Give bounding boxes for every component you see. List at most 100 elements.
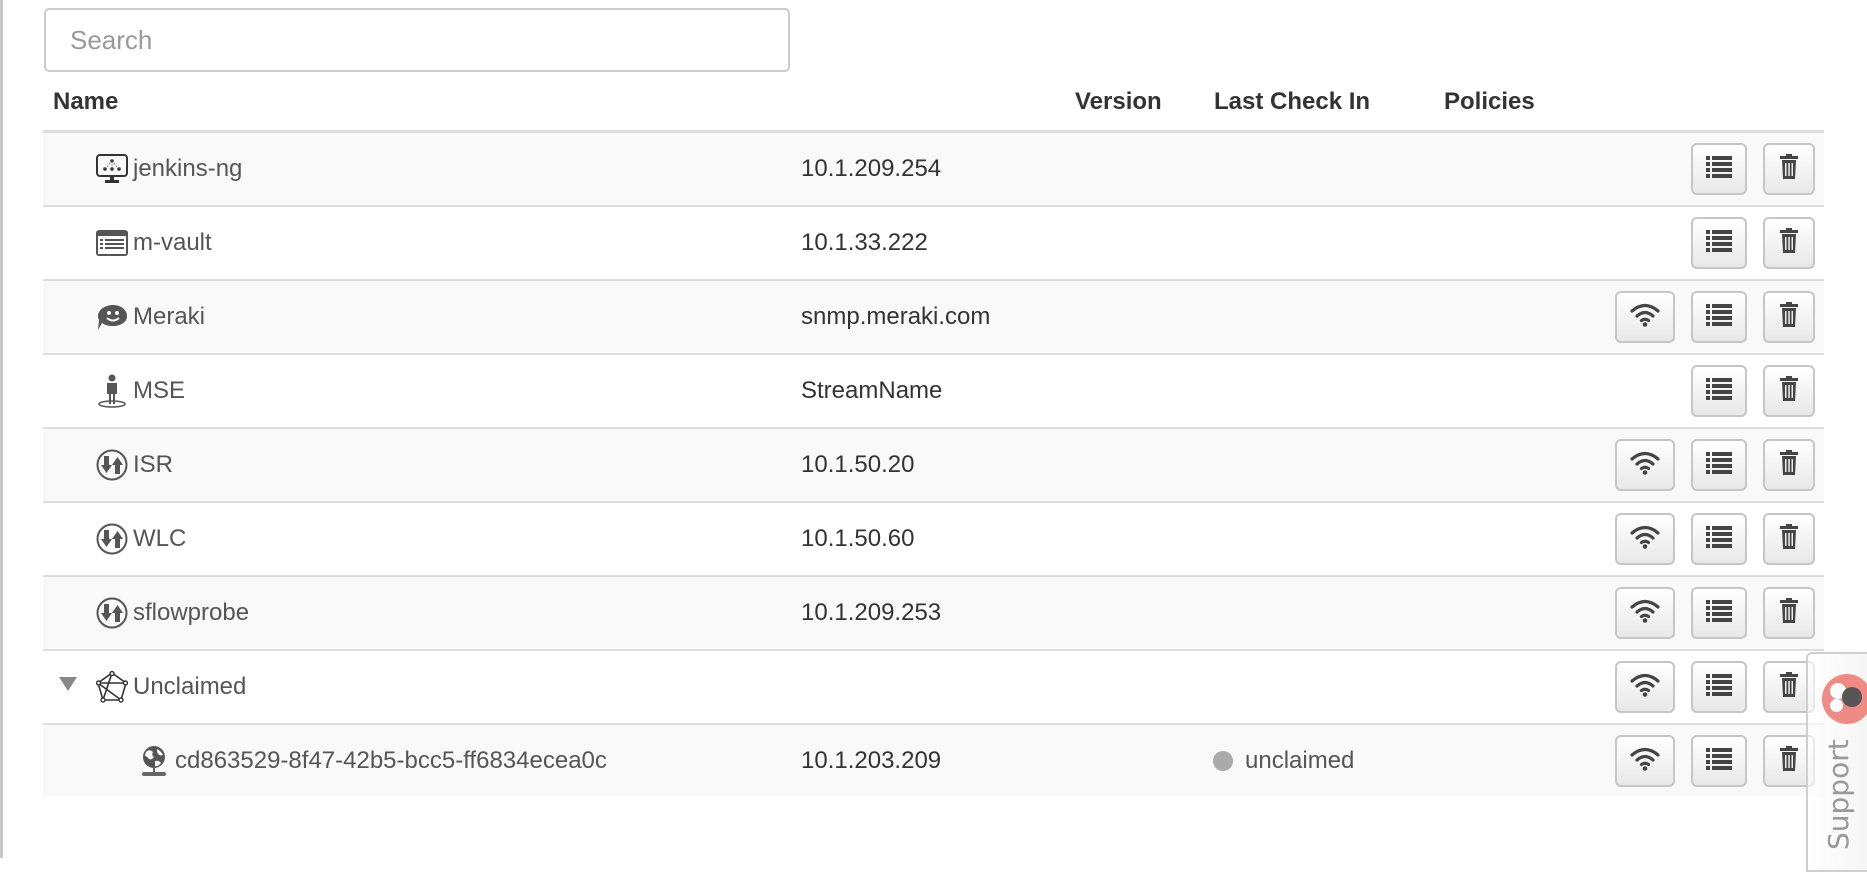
device-name-cell[interactable]: MSE xyxy=(95,355,185,427)
device-name[interactable]: Meraki xyxy=(133,303,205,331)
trash-icon xyxy=(1779,375,1799,407)
device-name[interactable]: m-vault xyxy=(133,229,212,257)
list-icon xyxy=(1706,525,1732,554)
table-row: sflowprobe 10.1.209.253 xyxy=(43,577,1824,651)
trash-icon xyxy=(1779,597,1799,629)
device-name-cell[interactable]: WLC xyxy=(95,503,186,575)
device-name[interactable]: ISR xyxy=(133,451,173,479)
trash-icon xyxy=(1779,227,1799,259)
device-name[interactable]: MSE xyxy=(133,377,185,405)
device-name-cell[interactable]: jenkins-ng xyxy=(95,133,242,205)
list-icon xyxy=(1706,451,1732,480)
table-row: m-vault 10.1.33.222 xyxy=(43,207,1824,281)
snmp-button[interactable] xyxy=(1615,587,1675,639)
device-name-cell[interactable]: cd863529-8f47-42b5-bcc5-ff6834ecea0c xyxy=(137,725,607,797)
support-label: Support xyxy=(1822,739,1855,850)
trash-icon xyxy=(1779,301,1799,333)
globe-stand-icon xyxy=(137,744,171,778)
device-name[interactable]: cd863529-8f47-42b5-bcc5-ff6834ecea0c xyxy=(175,747,607,775)
list-icon xyxy=(1706,303,1732,332)
server-list-icon xyxy=(95,226,129,260)
list-button[interactable] xyxy=(1691,439,1747,491)
wifi-icon xyxy=(1630,599,1660,628)
wifi-icon xyxy=(1630,673,1660,702)
trash-icon xyxy=(1779,449,1799,481)
snmp-button[interactable] xyxy=(1615,661,1675,713)
device-name-cell[interactable]: ISR xyxy=(95,429,173,501)
delete-button[interactable] xyxy=(1763,291,1815,343)
delete-button[interactable] xyxy=(1763,587,1815,639)
list-button[interactable] xyxy=(1691,513,1747,565)
trash-icon xyxy=(1779,671,1799,703)
wifi-icon xyxy=(1630,451,1660,480)
snmp-button[interactable] xyxy=(1615,735,1675,787)
support-chat-icon xyxy=(1822,674,1867,724)
device-name[interactable]: jenkins-ng xyxy=(133,155,242,183)
status-dot-icon xyxy=(1213,751,1233,771)
list-icon xyxy=(1706,229,1732,258)
router-arrows-icon xyxy=(95,596,129,630)
status-text: unclaimed xyxy=(1245,747,1355,774)
column-header-name[interactable]: Name xyxy=(53,88,118,116)
delete-button[interactable] xyxy=(1763,513,1815,565)
trash-icon xyxy=(1779,745,1799,777)
table-row: ISR 10.1.50.20 xyxy=(43,429,1824,503)
delete-button[interactable] xyxy=(1763,439,1815,491)
column-header-last-check-in[interactable]: Last Check In xyxy=(1214,88,1370,116)
table-header: Name Version Last Check In Policies xyxy=(43,80,1824,133)
wifi-icon xyxy=(1630,525,1660,554)
delete-button[interactable] xyxy=(1763,365,1815,417)
device-address: snmp.meraki.com xyxy=(801,303,991,330)
search-input[interactable] xyxy=(44,8,790,72)
list-button[interactable] xyxy=(1691,735,1747,787)
list-button[interactable] xyxy=(1691,587,1747,639)
device-address: 10.1.50.60 xyxy=(801,525,915,552)
speech-bubble-smile-icon xyxy=(95,300,129,334)
device-name-cell[interactable]: sflowprobe xyxy=(95,577,249,649)
delete-button[interactable] xyxy=(1763,143,1815,195)
column-header-policies[interactable]: Policies xyxy=(1444,88,1535,116)
list-button[interactable] xyxy=(1691,661,1747,713)
group-name-cell[interactable]: Unclaimed xyxy=(95,651,246,723)
table-row: MSE StreamName xyxy=(43,355,1824,429)
device-name[interactable]: WLC xyxy=(133,525,186,553)
table-row: WLC 10.1.50.60 xyxy=(43,503,1824,577)
table-row: Meraki snmp.meraki.com xyxy=(43,281,1824,355)
device-name-cell[interactable]: Meraki xyxy=(95,281,205,353)
snmp-button[interactable] xyxy=(1615,513,1675,565)
list-button[interactable] xyxy=(1691,217,1747,269)
table-row: cd863529-8f47-42b5-bcc5-ff6834ecea0c 10.… xyxy=(43,725,1824,797)
page-left-border xyxy=(0,0,3,858)
list-button[interactable] xyxy=(1691,365,1747,417)
device-address: StreamName xyxy=(801,377,943,404)
router-arrows-icon xyxy=(95,448,129,482)
device-address: 10.1.209.254 xyxy=(801,155,942,182)
snmp-button[interactable] xyxy=(1615,439,1675,491)
list-button[interactable] xyxy=(1691,143,1747,195)
trash-icon xyxy=(1779,153,1799,185)
column-header-version[interactable]: Version xyxy=(1075,88,1162,116)
snmp-button[interactable] xyxy=(1615,291,1675,343)
table-row: jenkins-ng 10.1.209.254 xyxy=(43,133,1824,207)
device-address: 10.1.33.222 xyxy=(801,229,928,256)
status-badge: unclaimed xyxy=(1213,725,1354,797)
list-icon xyxy=(1706,747,1732,776)
device-table: Name Version Last Check In Policies jenk… xyxy=(43,80,1824,797)
list-icon xyxy=(1706,599,1732,628)
list-icon xyxy=(1706,155,1732,184)
wifi-icon xyxy=(1630,303,1660,332)
network-polygon-icon xyxy=(95,670,129,704)
device-name[interactable]: sflowprobe xyxy=(133,599,249,627)
device-address: 10.1.209.253 xyxy=(801,599,942,626)
group-name[interactable]: Unclaimed xyxy=(133,673,246,701)
expand-caret-icon[interactable] xyxy=(59,677,77,691)
support-tab[interactable]: Support xyxy=(1806,652,1867,872)
monitor-network-icon xyxy=(95,152,129,186)
list-icon xyxy=(1706,673,1732,702)
list-icon xyxy=(1706,377,1732,406)
trash-icon xyxy=(1779,523,1799,555)
device-address: 10.1.203.209 xyxy=(801,747,942,774)
delete-button[interactable] xyxy=(1763,217,1815,269)
list-button[interactable] xyxy=(1691,291,1747,343)
device-name-cell[interactable]: m-vault xyxy=(95,207,212,279)
